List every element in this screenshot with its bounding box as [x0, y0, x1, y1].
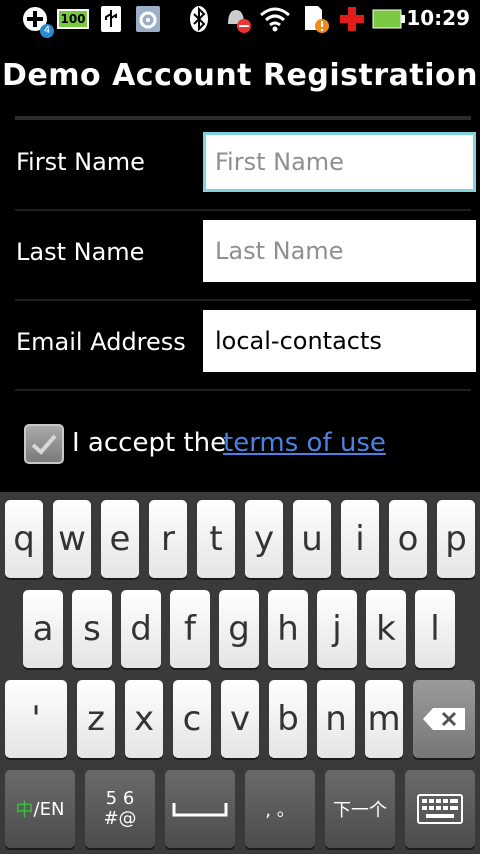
symbols-key-bottom: #@ [103, 808, 137, 829]
key-q[interactable]: q [5, 500, 43, 578]
key-i[interactable]: i [341, 500, 379, 578]
terms-link[interactable]: terms of use [223, 428, 386, 458]
key-d[interactable]: d [121, 590, 161, 668]
wifi-icon [258, 4, 292, 34]
battery-100-text: 100 [57, 9, 89, 29]
key-o[interactable]: o [389, 500, 427, 578]
key-t[interactable]: t [197, 500, 235, 578]
key-g[interactable]: g [219, 590, 259, 668]
first-name-label: First Name [16, 148, 145, 176]
keyboard-icon [417, 794, 463, 824]
language-glyph: 中 [15, 800, 34, 821]
status-bar: 4 100 10:29 [0, 0, 480, 38]
bluetooth-icon [188, 4, 210, 34]
key-n[interactable]: n [317, 680, 355, 758]
terms-checkbox[interactable] [24, 424, 64, 464]
key-f[interactable]: f [170, 590, 210, 668]
first-name-row: First Name [15, 120, 476, 210]
key-b[interactable]: b [269, 680, 307, 758]
punctuation-key[interactable]: , 。 [245, 770, 315, 848]
page-title: Demo Account Registration [2, 58, 478, 93]
key-p[interactable]: p [437, 500, 475, 578]
clock: 10:29 [406, 6, 470, 30]
red-cross-icon [338, 4, 366, 34]
next-key[interactable]: 下一个 [325, 770, 395, 848]
key-u[interactable]: u [293, 500, 331, 578]
key-x[interactable]: x [125, 680, 163, 758]
language-key[interactable]: 中/EN [5, 770, 75, 848]
terms-label: I accept the [72, 428, 227, 458]
last-name-field[interactable] [203, 220, 476, 282]
email-row: Email Address [15, 300, 476, 390]
backspace-key[interactable] [413, 680, 475, 758]
key-a[interactable]: a [23, 590, 63, 668]
key-m[interactable]: m [365, 680, 403, 758]
alarm-off-icon [222, 4, 252, 34]
last-name-row: Last Name [15, 210, 476, 300]
key-s[interactable]: s [72, 590, 112, 668]
key-j[interactable]: j [317, 590, 357, 668]
key-y[interactable]: y [245, 500, 283, 578]
battery-icon [372, 4, 406, 34]
symbols-key[interactable]: 5 6 #@ [85, 770, 155, 848]
keyboard-settings-key[interactable] [405, 770, 475, 848]
backspace-icon [423, 708, 465, 730]
key-w[interactable]: w [53, 500, 91, 578]
key-v[interactable]: v [221, 680, 259, 758]
row-divider [15, 389, 471, 391]
last-name-label: Last Name [16, 238, 145, 266]
settings-icon [134, 4, 162, 34]
key-c[interactable]: c [173, 680, 211, 758]
symbols-key-top: 5 6 [105, 788, 135, 809]
space-key[interactable] [165, 770, 235, 848]
battery-100-icon: 100 [56, 4, 90, 34]
checkmark-icon [31, 434, 57, 455]
language-label: /EN [33, 798, 65, 820]
key-e[interactable]: e [101, 500, 139, 578]
email-field[interactable] [203, 310, 476, 372]
key-h[interactable]: h [268, 590, 308, 668]
space-icon [172, 803, 228, 817]
email-label: Email Address [16, 328, 186, 356]
usb-icon [98, 4, 124, 34]
key-l[interactable]: l [415, 590, 455, 668]
key-apostrophe[interactable]: ' [5, 680, 67, 758]
key-k[interactable]: k [366, 590, 406, 668]
notification-count: 4 [40, 24, 54, 38]
first-name-field[interactable] [203, 132, 476, 192]
key-z[interactable]: z [77, 680, 115, 758]
key-r[interactable]: r [149, 500, 187, 578]
sd-card-alert-icon [302, 4, 332, 34]
soft-keyboard: q w e r t y u i o p a s d f g h j k l ' … [0, 492, 480, 854]
